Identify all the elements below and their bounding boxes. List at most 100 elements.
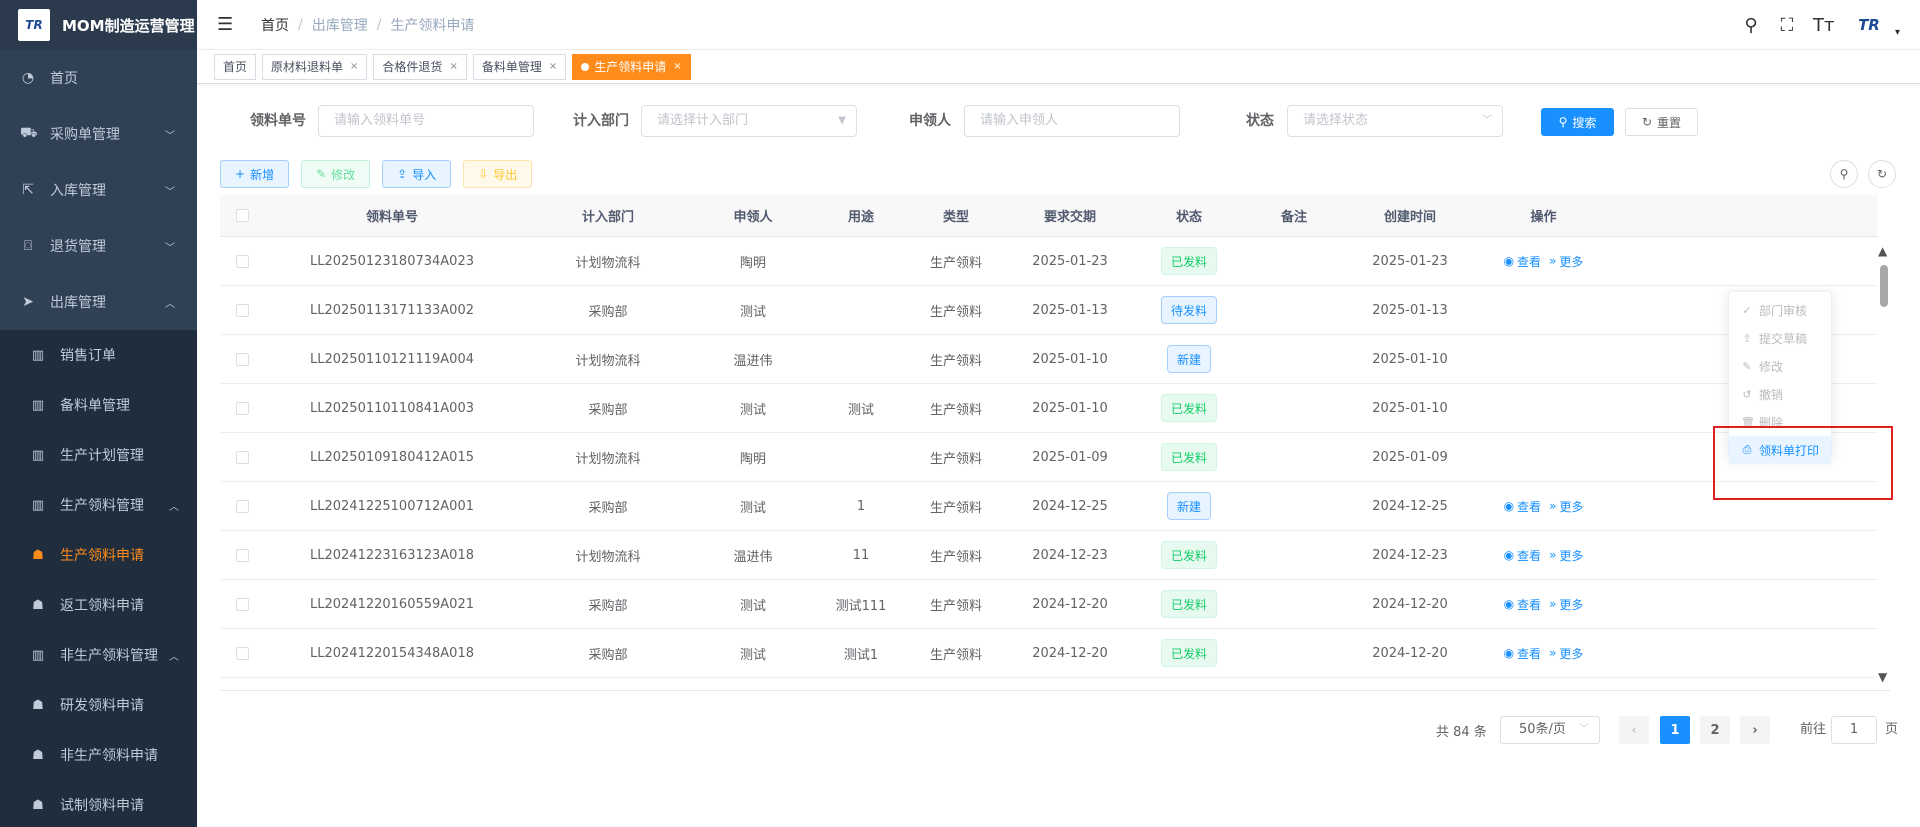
cell-text: LL20241220160559A021 — [310, 596, 474, 612]
sidebar-subitem[interactable]: ☗ 试制领料申请 — [0, 780, 197, 827]
dropdown-item-icon: ✓ — [1742, 303, 1752, 317]
row-checkbox[interactable] — [235, 254, 249, 268]
cell-text: 1 — [856, 498, 866, 514]
row-checkbox[interactable] — [235, 303, 249, 317]
sidebar-item[interactable]: ◔ 首页 — [0, 50, 197, 106]
more-link[interactable]: » 更多 — [1549, 253, 1583, 270]
status-select[interactable]: 请选择状态 ﹀ — [1287, 105, 1503, 137]
page-size-select[interactable]: 50条/页 ﹀ — [1500, 716, 1600, 744]
sidebar-item-label: 采购单管理 — [50, 127, 120, 143]
next-page-button[interactable]: › — [1740, 716, 1770, 744]
more-link[interactable]: » 更多 — [1549, 645, 1583, 662]
more-link[interactable]: » 更多 — [1549, 498, 1583, 515]
view-link[interactable]: ◉ 查看 — [1504, 645, 1542, 662]
dropdown-item: ✎ 修改 — [1729, 352, 1831, 380]
view-link[interactable]: ◉ 查看 — [1504, 253, 1542, 270]
caret-down-icon[interactable]: ▾ — [1895, 27, 1900, 38]
dept-select[interactable]: 请选择计入部门 ▼ — [641, 105, 857, 137]
close-icon[interactable]: × — [673, 61, 681, 72]
chevron-icon: ︿ — [169, 651, 179, 663]
page-1-button[interactable]: 1 — [1660, 716, 1690, 744]
more-link[interactable]: » 更多 — [1549, 596, 1583, 613]
scroll-thumb[interactable] — [1880, 265, 1888, 307]
close-icon[interactable]: × — [350, 61, 358, 72]
view-link[interactable]: ◉ 查看 — [1504, 547, 1542, 564]
page-2-button[interactable]: 2 — [1700, 716, 1730, 744]
view-link[interactable]: ◉ 查看 — [1504, 498, 1542, 515]
row-checkbox[interactable] — [235, 401, 249, 415]
row-checkbox[interactable] — [235, 499, 249, 513]
cell-dept: 计划物流科 — [520, 335, 696, 383]
close-icon[interactable]: × — [449, 61, 457, 72]
sidebar-item[interactable]: ⛟ 采购单管理 ﹀ — [0, 106, 197, 162]
jump-page-input[interactable]: 1 — [1831, 716, 1877, 744]
prev-page-button[interactable]: ‹ — [1619, 716, 1649, 744]
export-button[interactable]: ⇩ 导出 — [463, 160, 533, 188]
hamburger-icon[interactable]: ☰ — [217, 14, 241, 35]
view-link[interactable]: ◉ 查看 — [1504, 596, 1542, 613]
edit-button[interactable]: ✎ 修改 — [301, 160, 371, 188]
search-icon[interactable]: ⚲ — [1741, 15, 1761, 36]
cell-created: 2025-01-23 — [1350, 237, 1470, 285]
row-checkbox[interactable] — [235, 646, 249, 660]
menu-icon: ▥ — [31, 447, 45, 463]
scroll-down-icon[interactable]: ▼ — [1878, 670, 1887, 684]
import-button[interactable]: ⇪ 导入 — [382, 160, 452, 188]
cell-text: 生产领料 — [929, 647, 982, 663]
sidebar-subitem[interactable]: ☗ 返工领料申请 — [0, 580, 197, 630]
refresh-button[interactable]: ↻ — [1868, 160, 1896, 188]
select-all-checkbox[interactable] — [235, 209, 249, 222]
font-size-icon[interactable]: Tт — [1813, 15, 1834, 36]
sidebar-subitem[interactable]: ▥ 备料单管理 — [0, 380, 197, 430]
tab-tag[interactable]: 原材料退料单 × — [262, 53, 368, 80]
toggle-search-button[interactable]: ⚲ — [1830, 160, 1858, 188]
tab-tag[interactable]: 首页 — [214, 53, 257, 80]
checkbox-cell — [220, 531, 264, 579]
cell-note — [1238, 384, 1350, 432]
more-link[interactable]: » 更多 — [1549, 547, 1583, 564]
sidebar-subitem[interactable]: ▥ 生产计划管理 — [0, 430, 197, 480]
order-no-input[interactable]: 请输入领料单号 — [318, 105, 534, 137]
cell-no: LL20241223163123A018 — [264, 531, 520, 579]
breadcrumb: 首页 / 出库管理 / 生产领料申请 — [261, 15, 474, 35]
sidebar-subitem[interactable]: ▥ 销售订单 — [0, 330, 197, 380]
sidebar-subitem[interactable]: ▥ 生产领料管理 ︿ — [0, 480, 197, 530]
search-button[interactable]: ⚲ 搜索 — [1541, 108, 1614, 136]
close-icon[interactable]: × — [549, 61, 557, 72]
menu-icon: ▥ — [31, 647, 45, 663]
more-label: 更多 — [1559, 597, 1584, 612]
avatar[interactable]: TR — [1849, 12, 1889, 38]
sidebar-subitem[interactable]: ☗ 生产领料申请 — [0, 530, 197, 580]
tab-tag[interactable]: 合格件退货 × — [373, 53, 467, 80]
horizontal-scrollbar[interactable] — [220, 690, 1890, 691]
cell-note — [1238, 286, 1350, 334]
applicant-input[interactable]: 请输入申领人 — [964, 105, 1180, 137]
tab-tag[interactable]: 备料单管理 × — [472, 53, 567, 80]
toolbar: + 新增 ✎ 修改 ⇪ 导入 ⇩ 导出 — [220, 160, 533, 188]
sidebar-item[interactable]: ⇱ 入库管理 ﹀ — [0, 162, 197, 218]
cell-type: 生产领料 — [912, 433, 1000, 481]
row-checkbox[interactable] — [235, 450, 249, 464]
scroll-up-icon[interactable]: ▲ — [1878, 244, 1887, 258]
row-checkbox[interactable] — [235, 597, 249, 611]
cell-type: 生产领料 — [912, 482, 1000, 530]
sidebar-subitem[interactable]: ▥ 非生产领料管理 ︿ — [0, 630, 197, 680]
sidebar-item[interactable]: ➤ 出库管理 ︿ — [0, 274, 197, 330]
breadcrumb-home[interactable]: 首页 — [261, 15, 289, 35]
row-checkbox[interactable] — [235, 352, 249, 366]
reset-button[interactable]: ↻ 重置 — [1625, 108, 1698, 136]
cell-status: 待发料 — [1140, 286, 1238, 334]
cell-dept: 采购部 — [520, 384, 696, 432]
data-table: 领料单号 计入部门 申领人 用途 类型 要求交期 状态 备注 创建时间 操作 LL20250123… — [220, 195, 1877, 690]
cell-use: 11 — [810, 531, 912, 579]
cell-text: 计划物流科 — [575, 549, 641, 565]
cell-person: 测试 — [696, 629, 810, 677]
cell-text: 2024-12-23 — [1032, 547, 1108, 563]
fullscreen-icon[interactable]: ⛶ — [1777, 15, 1797, 36]
tab-tag-active[interactable]: 生产领料申请 × — [572, 53, 691, 80]
search-form: 领料单号 请输入领料单号 计入部门 请选择计入部门 ▼ 申领人 请输入申领人 状态… — [220, 105, 1900, 137]
menu-icon: ☗ — [32, 747, 44, 763]
add-button[interactable]: + 新增 — [220, 160, 290, 188]
row-checkbox[interactable] — [235, 548, 249, 562]
sidebar-item[interactable]: ⌼ 退货管理 ﹀ — [0, 218, 197, 274]
